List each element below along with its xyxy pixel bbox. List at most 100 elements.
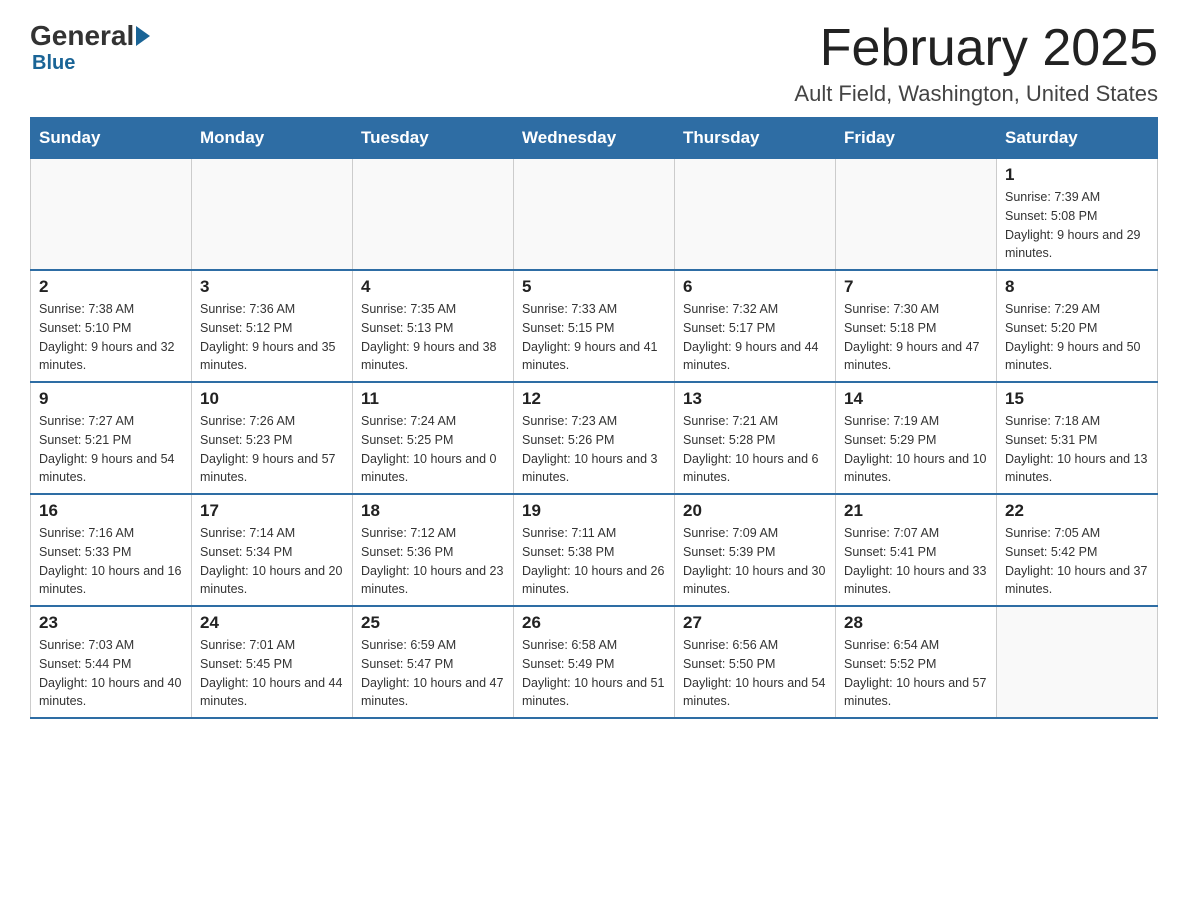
calendar-cell: 9 Sunrise: 7:27 AM Sunset: 5:21 PM Daylig… [31,382,192,494]
calendar-cell [192,159,353,271]
day-number: 25 [361,613,505,633]
day-info: Sunrise: 7:09 AM Sunset: 5:39 PM Dayligh… [683,524,827,599]
day-info: Sunrise: 7:03 AM Sunset: 5:44 PM Dayligh… [39,636,183,711]
day-number: 3 [200,277,344,297]
day-info: Sunrise: 6:59 AM Sunset: 5:47 PM Dayligh… [361,636,505,711]
day-info: Sunrise: 7:07 AM Sunset: 5:41 PM Dayligh… [844,524,988,599]
page-title: February 2025 [794,20,1158,77]
day-info: Sunrise: 7:11 AM Sunset: 5:38 PM Dayligh… [522,524,666,599]
calendar-header-sunday: Sunday [31,118,192,159]
calendar-header-row: SundayMondayTuesdayWednesdayThursdayFrid… [31,118,1158,159]
calendar-cell: 5 Sunrise: 7:33 AM Sunset: 5:15 PM Daylig… [514,270,675,382]
calendar-week-row: 16Sunrise: 7:16 AM Sunset: 5:33 PM Dayli… [31,494,1158,606]
calendar-cell: 28 Sunrise: 6:54 AM Sunset: 5:52 PM Dayli… [836,606,997,718]
day-info: Sunrise: 7:12 AM Sunset: 5:36 PM Dayligh… [361,524,505,599]
calendar-header-wednesday: Wednesday [514,118,675,159]
calendar-cell: 22 Sunrise: 7:05 AM Sunset: 5:42 PM Dayli… [997,494,1158,606]
day-number: 15 [1005,389,1149,409]
day-number: 19 [522,501,666,521]
day-info: Sunrise: 7:35 AM Sunset: 5:13 PM Dayligh… [361,300,505,375]
day-info: Sunrise: 7:14 AM Sunset: 5:34 PM Dayligh… [200,524,344,599]
page-header: General Blue February 2025 Ault Field, W… [30,20,1158,107]
logo-arrow-icon [136,26,150,46]
day-info: Sunrise: 7:39 AM Sunset: 5:08 PM Dayligh… [1005,188,1149,263]
day-info: Sunrise: 7:01 AM Sunset: 5:45 PM Dayligh… [200,636,344,711]
title-section: February 2025 Ault Field, Washington, Un… [794,20,1158,107]
day-number: 14 [844,389,988,409]
calendar-cell [31,159,192,271]
day-info: Sunrise: 7:26 AM Sunset: 5:23 PM Dayligh… [200,412,344,487]
day-number: 10 [200,389,344,409]
calendar-table: SundayMondayTuesdayWednesdayThursdayFrid… [30,117,1158,719]
day-number: 24 [200,613,344,633]
calendar-cell: 8 Sunrise: 7:29 AM Sunset: 5:20 PM Daylig… [997,270,1158,382]
calendar-header-saturday: Saturday [997,118,1158,159]
day-number: 1 [1005,165,1149,185]
day-info: Sunrise: 6:58 AM Sunset: 5:49 PM Dayligh… [522,636,666,711]
logo: General Blue [30,20,152,75]
calendar-cell [997,606,1158,718]
calendar-cell: 2 Sunrise: 7:38 AM Sunset: 5:10 PM Daylig… [31,270,192,382]
day-info: Sunrise: 7:18 AM Sunset: 5:31 PM Dayligh… [1005,412,1149,487]
day-info: Sunrise: 7:32 AM Sunset: 5:17 PM Dayligh… [683,300,827,375]
day-number: 28 [844,613,988,633]
calendar-cell [675,159,836,271]
day-number: 5 [522,277,666,297]
calendar-cell: 14Sunrise: 7:19 AM Sunset: 5:29 PM Dayli… [836,382,997,494]
day-info: Sunrise: 7:29 AM Sunset: 5:20 PM Dayligh… [1005,300,1149,375]
calendar-cell: 11 Sunrise: 7:24 AM Sunset: 5:25 PM Dayli… [353,382,514,494]
day-number: 6 [683,277,827,297]
calendar-cell: 24 Sunrise: 7:01 AM Sunset: 5:45 PM Dayli… [192,606,353,718]
day-number: 18 [361,501,505,521]
day-number: 4 [361,277,505,297]
calendar-header-friday: Friday [836,118,997,159]
calendar-cell [514,159,675,271]
day-info: Sunrise: 7:05 AM Sunset: 5:42 PM Dayligh… [1005,524,1149,599]
day-number: 21 [844,501,988,521]
day-number: 20 [683,501,827,521]
day-number: 9 [39,389,183,409]
day-info: Sunrise: 7:36 AM Sunset: 5:12 PM Dayligh… [200,300,344,375]
calendar-cell [353,159,514,271]
day-info: Sunrise: 6:56 AM Sunset: 5:50 PM Dayligh… [683,636,827,711]
calendar-cell: 1 Sunrise: 7:39 AM Sunset: 5:08 PM Daylig… [997,159,1158,271]
page-subtitle: Ault Field, Washington, United States [794,81,1158,107]
calendar-cell: 6 Sunrise: 7:32 AM Sunset: 5:17 PM Daylig… [675,270,836,382]
day-number: 23 [39,613,183,633]
calendar-cell: 20 Sunrise: 7:09 AM Sunset: 5:39 PM Dayli… [675,494,836,606]
logo-general-text: General [30,20,134,52]
calendar-cell: 26 Sunrise: 6:58 AM Sunset: 5:49 PM Dayli… [514,606,675,718]
day-number: 2 [39,277,183,297]
day-number: 11 [361,389,505,409]
calendar-week-row: 1 Sunrise: 7:39 AM Sunset: 5:08 PM Daylig… [31,159,1158,271]
day-number: 8 [1005,277,1149,297]
calendar-cell: 19 Sunrise: 7:11 AM Sunset: 5:38 PM Dayli… [514,494,675,606]
day-number: 26 [522,613,666,633]
calendar-cell: 15 Sunrise: 7:18 AM Sunset: 5:31 PM Dayli… [997,382,1158,494]
day-number: 13 [683,389,827,409]
calendar-cell: 25 Sunrise: 6:59 AM Sunset: 5:47 PM Dayli… [353,606,514,718]
day-info: Sunrise: 7:24 AM Sunset: 5:25 PM Dayligh… [361,412,505,487]
calendar-cell: 16Sunrise: 7:16 AM Sunset: 5:33 PM Dayli… [31,494,192,606]
day-info: Sunrise: 7:21 AM Sunset: 5:28 PM Dayligh… [683,412,827,487]
calendar-cell: 4 Sunrise: 7:35 AM Sunset: 5:13 PM Daylig… [353,270,514,382]
day-info: Sunrise: 7:33 AM Sunset: 5:15 PM Dayligh… [522,300,666,375]
calendar-cell: 12Sunrise: 7:23 AM Sunset: 5:26 PM Dayli… [514,382,675,494]
day-info: Sunrise: 7:16 AM Sunset: 5:33 PM Dayligh… [39,524,183,599]
calendar-cell: 10 Sunrise: 7:26 AM Sunset: 5:23 PM Dayli… [192,382,353,494]
day-number: 27 [683,613,827,633]
day-number: 12 [522,389,666,409]
logo-blue-text: Blue [32,52,75,74]
day-info: Sunrise: 7:27 AM Sunset: 5:21 PM Dayligh… [39,412,183,487]
day-number: 22 [1005,501,1149,521]
day-info: Sunrise: 6:54 AM Sunset: 5:52 PM Dayligh… [844,636,988,711]
calendar-header-thursday: Thursday [675,118,836,159]
day-info: Sunrise: 7:30 AM Sunset: 5:18 PM Dayligh… [844,300,988,375]
day-number: 7 [844,277,988,297]
day-number: 17 [200,501,344,521]
calendar-cell: 23 Sunrise: 7:03 AM Sunset: 5:44 PM Dayli… [31,606,192,718]
calendar-cell: 7 Sunrise: 7:30 AM Sunset: 5:18 PM Daylig… [836,270,997,382]
calendar-cell: 27 Sunrise: 6:56 AM Sunset: 5:50 PM Dayli… [675,606,836,718]
day-info: Sunrise: 7:38 AM Sunset: 5:10 PM Dayligh… [39,300,183,375]
calendar-week-row: 23 Sunrise: 7:03 AM Sunset: 5:44 PM Dayli… [31,606,1158,718]
